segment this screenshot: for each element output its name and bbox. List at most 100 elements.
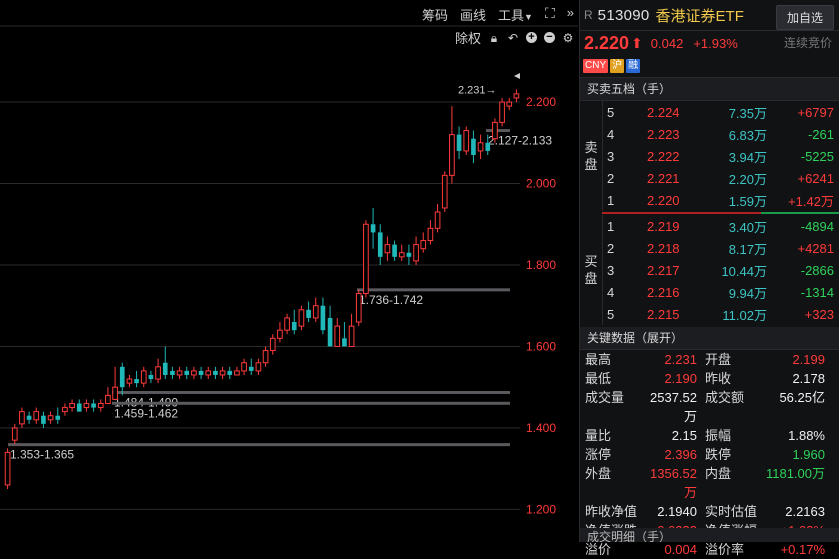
y-tick-label: 1.200 xyxy=(526,502,556,516)
last-price: 2.220 xyxy=(584,32,630,53)
candle-body xyxy=(227,370,233,375)
ask-row[interactable]: 4 2.223 6.83万 -261 xyxy=(602,123,839,145)
lock-icon[interactable]: 🔒︎ xyxy=(488,32,500,44)
volume: 1.59万 xyxy=(728,193,767,209)
candle-body xyxy=(248,366,254,371)
up-arrow-icon: ⬆ xyxy=(631,34,643,51)
chips-button[interactable]: 筹码 xyxy=(422,5,448,24)
key-value: 2.15 xyxy=(671,428,697,443)
volume: 7.35万 xyxy=(728,105,767,121)
candle-body xyxy=(262,350,269,364)
volume: 9.94万 xyxy=(728,285,767,301)
volume-change: -261 xyxy=(807,126,834,142)
y-tick-label: 1.600 xyxy=(526,339,556,353)
volume: 2.20万 xyxy=(728,171,767,187)
high-annotation: 2.231→ xyxy=(458,84,497,96)
candle-body xyxy=(355,293,362,323)
candle-body xyxy=(477,142,484,152)
add-watchlist-button[interactable]: 加自选 xyxy=(775,5,834,30)
volume-change: -5225 xyxy=(800,148,834,164)
price: 2.222 xyxy=(647,148,680,164)
candle-body xyxy=(506,101,513,107)
key-label: 实时估值 xyxy=(705,504,758,519)
price: 2.220 xyxy=(647,192,680,208)
buy-label-2: 盘 xyxy=(584,271,598,286)
candle-body xyxy=(69,402,75,409)
candle-body xyxy=(140,370,147,384)
candle-body xyxy=(255,362,262,372)
key-value: 2537.52万 xyxy=(650,390,697,424)
key-label: 振幅 xyxy=(705,428,732,443)
candle-body xyxy=(312,305,319,319)
y-tick-label: 2.200 xyxy=(526,95,556,109)
security-code: 513090 xyxy=(597,6,650,24)
candle-body xyxy=(348,325,355,347)
candle-body xyxy=(97,402,104,409)
level: 5 xyxy=(607,306,615,322)
price-change-pct: +1.93% xyxy=(693,35,738,51)
level: 3 xyxy=(607,262,615,278)
candle-body xyxy=(119,366,125,388)
ask-row[interactable]: 5 2.224 7.35万 +6797 xyxy=(602,101,839,123)
level: 1 xyxy=(607,192,615,208)
support-zone-label: 1.353-1.365 xyxy=(10,448,74,462)
ask-row[interactable]: 2 2.221 2.20万 +6241 xyxy=(602,167,839,189)
level: 4 xyxy=(607,126,615,142)
zoom-in-icon[interactable]: + xyxy=(526,32,537,43)
bid-row[interactable]: 2 2.218 8.17万 +4281 xyxy=(602,237,839,259)
key-data-header[interactable]: 关键数据（展开） xyxy=(580,327,839,350)
chart-panel[interactable]: 2.200 2.000 1.800 1.600 1.400 1.200 2.127-2.13… xyxy=(0,0,578,542)
bid-row[interactable]: 4 2.216 9.94万 -1314 xyxy=(602,281,839,303)
ask-row[interactable]: 1 2.220 1.59万 +1.42万 xyxy=(602,189,839,211)
candle-body xyxy=(176,370,183,376)
price: 2.215 xyxy=(647,306,680,322)
candle-body xyxy=(363,223,369,294)
key-value: +0.17% xyxy=(780,542,825,557)
key-value: 2.2163 xyxy=(785,504,825,519)
volume: 8.17万 xyxy=(728,241,767,257)
candle-body xyxy=(342,338,347,347)
support-zone-label: 1.736-1.742 xyxy=(359,293,423,307)
bid-row[interactable]: 5 2.215 11.02万 +323 xyxy=(602,303,839,325)
candle-body xyxy=(485,142,491,151)
undo-icon[interactable]: ↶ xyxy=(507,32,519,44)
tools-menu[interactable]: 工具▼ xyxy=(498,5,533,24)
orderbook: 卖 盘 5 2.224 7.35万 +6797 4 2.223 6.83万 -261 3 2.22… xyxy=(580,101,839,325)
key-label: 跌停 xyxy=(705,447,732,462)
orderbook-header[interactable]: 买卖五档（手） xyxy=(580,78,839,101)
sell-label-1: 卖 xyxy=(584,140,598,155)
collapse-icon[interactable]: » xyxy=(567,5,574,24)
margin-tag: 融 xyxy=(626,59,641,73)
buy-side-label: 买 盘 xyxy=(580,215,603,325)
draw-line-button[interactable]: 画线 xyxy=(460,5,486,24)
bid-row[interactable]: 3 2.217 10.44万 -2866 xyxy=(602,259,839,281)
fullscreen-icon[interactable]: ⛶ xyxy=(545,5,555,24)
key-label: 开盘 xyxy=(705,352,732,367)
key-value: 1181.00万 xyxy=(765,466,825,481)
candle-body xyxy=(234,370,240,376)
gear-icon[interactable]: ⚙ xyxy=(562,32,574,44)
candle-body xyxy=(241,362,247,372)
level: 3 xyxy=(607,148,615,164)
candle-body xyxy=(471,138,476,155)
volume: 6.83万 xyxy=(728,127,767,143)
buy-label-1: 买 xyxy=(584,254,598,269)
candle-body xyxy=(198,370,204,375)
bid-row[interactable]: 1 2.219 3.40万 -4894 xyxy=(602,215,839,237)
price-change: 0.042 xyxy=(650,35,684,51)
candle-body xyxy=(126,378,133,384)
candle-body xyxy=(441,174,448,209)
trade-detail-header[interactable]: 成交明细（手） xyxy=(580,528,839,542)
candlestick-chart[interactable]: 2.2002.0001.8001.6001.4001.2002.127-2.13… xyxy=(0,0,578,542)
ex-rights-button[interactable]: 除权 xyxy=(455,28,481,47)
candle-body xyxy=(499,101,505,123)
candle-body xyxy=(4,451,11,486)
ask-row[interactable]: 3 2.222 3.94万 -5225 xyxy=(602,145,839,167)
chart-toolbar: 筹码 画线 工具▼ ⛶ » xyxy=(422,5,574,24)
current-price-marker xyxy=(514,73,520,79)
security-name: 香港证券ETF xyxy=(655,7,744,25)
y-tick-label: 1.400 xyxy=(526,421,556,435)
zoom-out-icon[interactable]: − xyxy=(544,32,555,43)
key-label: 量比 xyxy=(585,428,612,443)
key-label: 外盘 xyxy=(585,466,612,481)
